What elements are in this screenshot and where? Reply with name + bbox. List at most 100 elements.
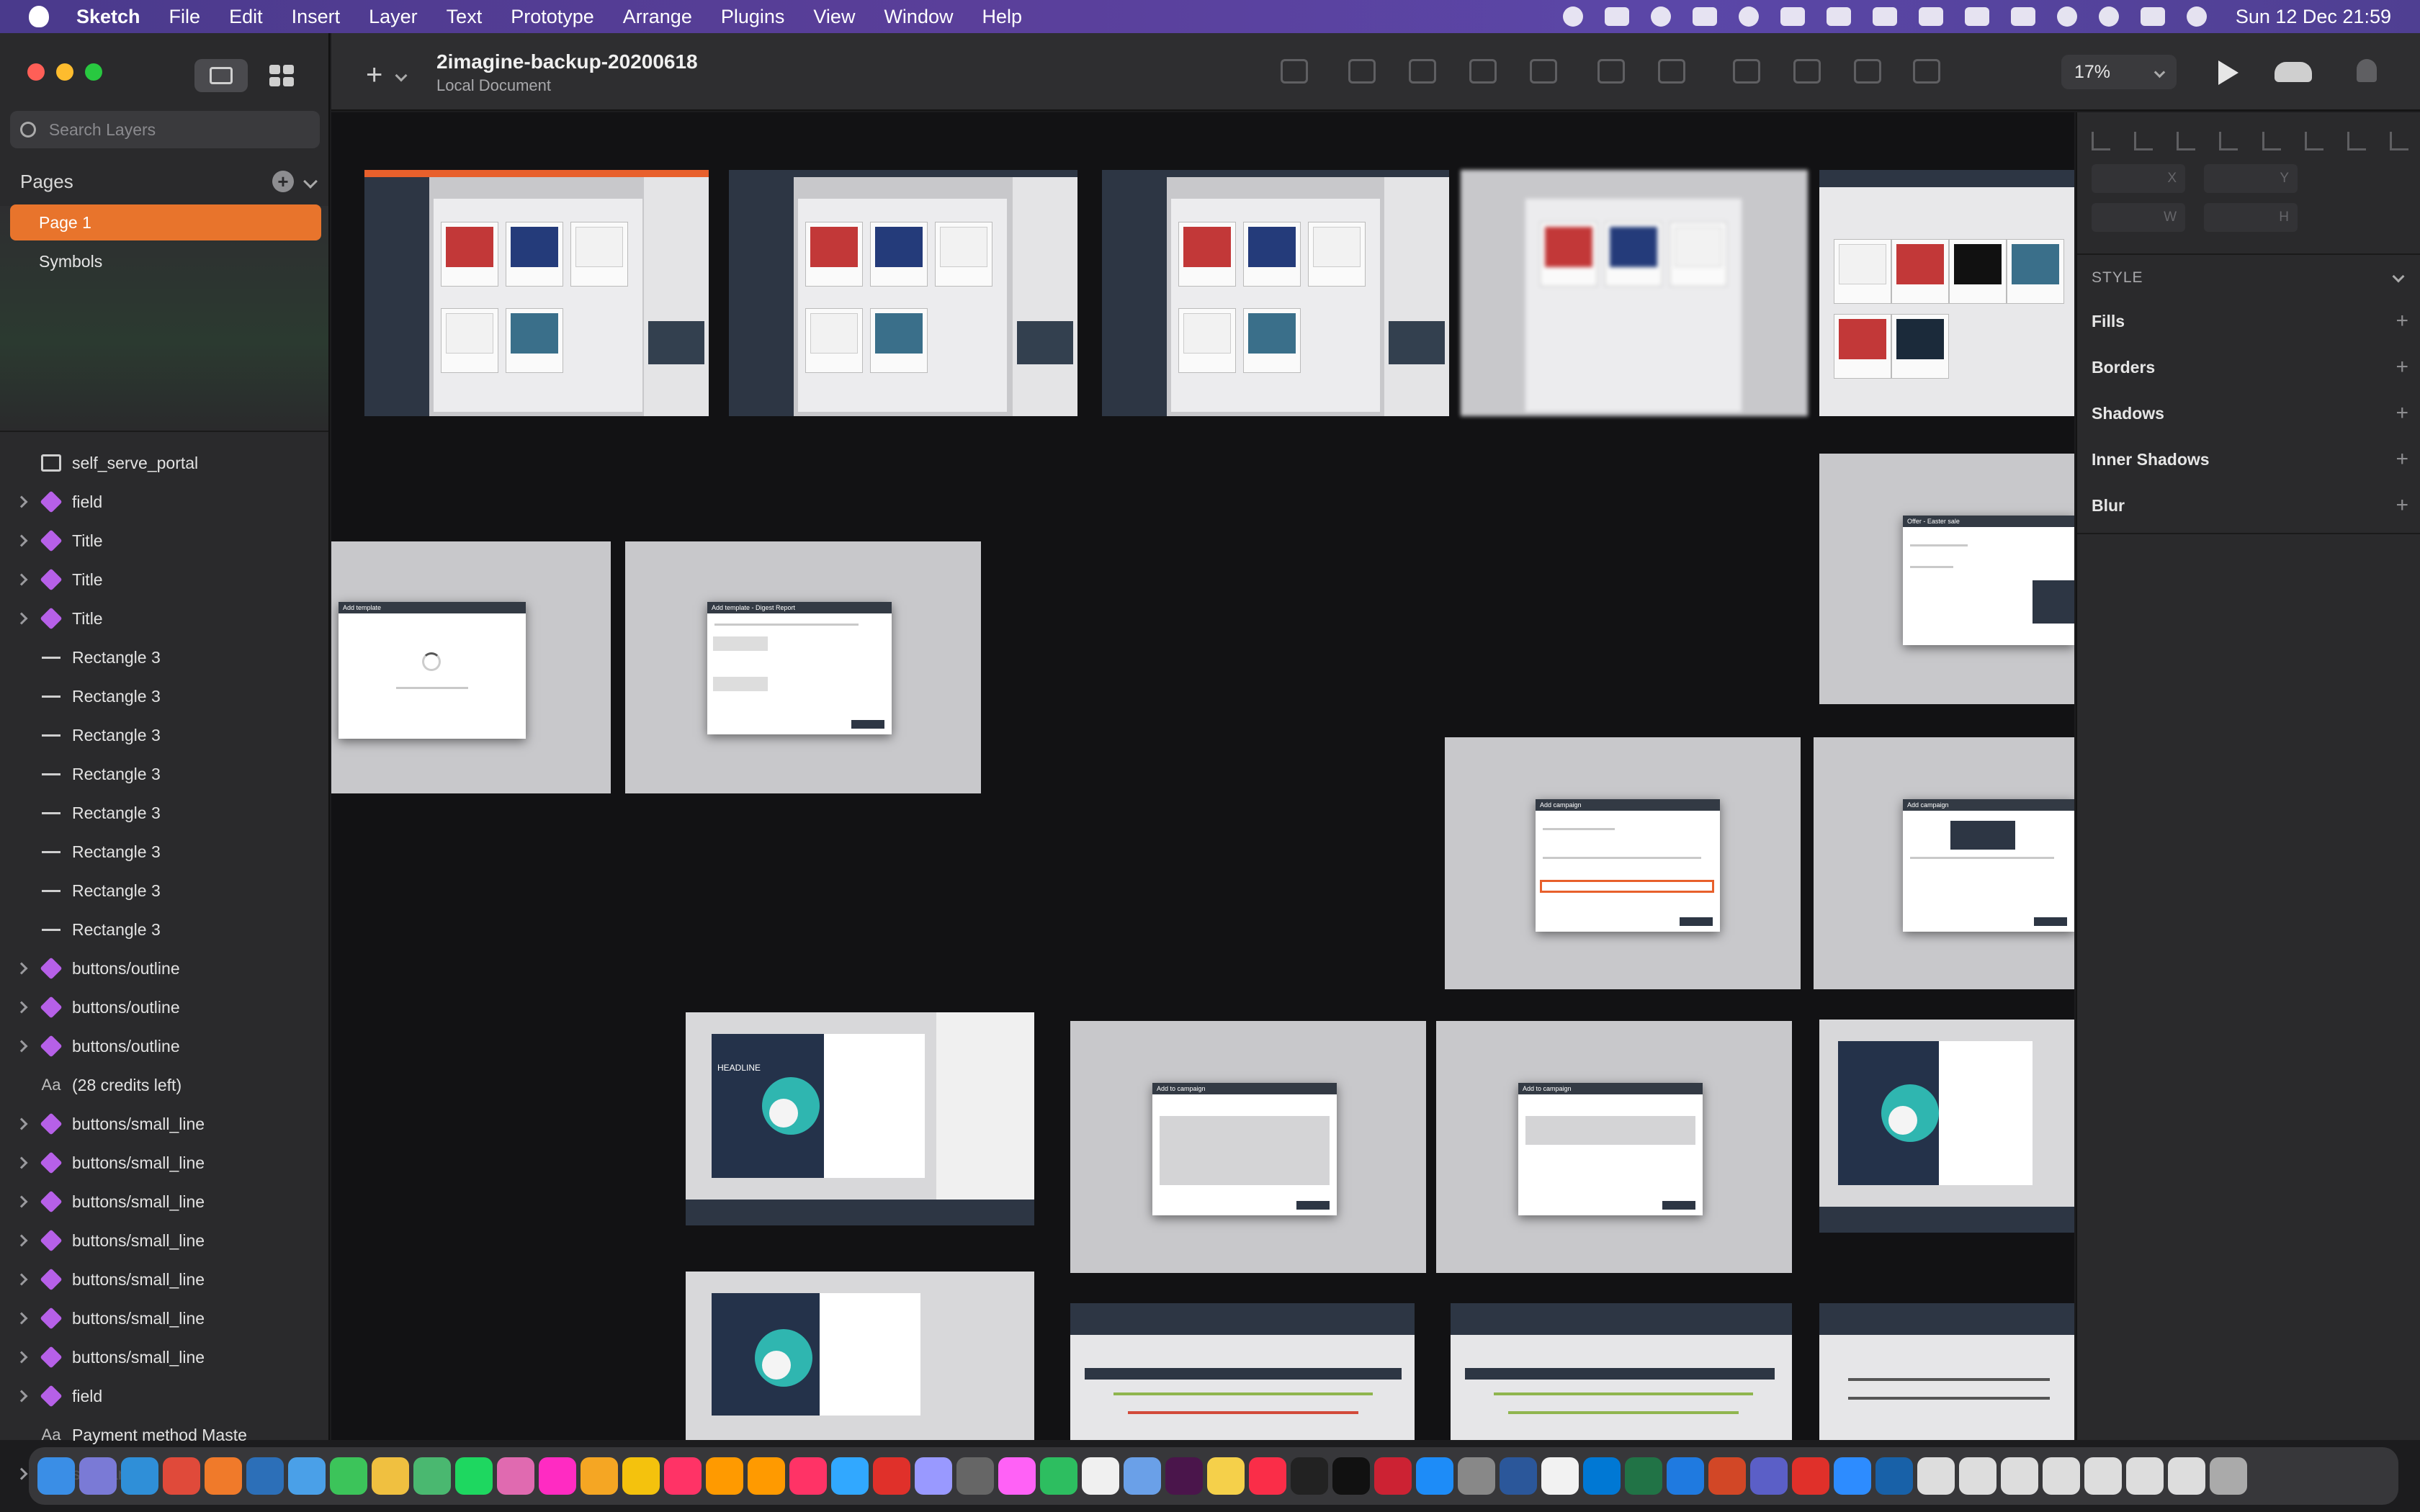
- apple-icon[interactable]: [29, 6, 49, 27]
- intersect-icon[interactable]: [1854, 59, 1881, 84]
- activity-icon[interactable]: [1291, 1457, 1328, 1495]
- add-campaign-modal[interactable]: Add campaign: [1536, 799, 1720, 932]
- zoom-select[interactable]: 17%: [2061, 55, 2177, 89]
- artboard[interactable]: [1102, 170, 1449, 416]
- add-to-campaign-modal[interactable]: Add to campaign: [1518, 1083, 1703, 1215]
- launchpad-icon[interactable]: [79, 1457, 117, 1495]
- menu-help[interactable]: Help: [982, 6, 1022, 28]
- notes-icon[interactable]: [1207, 1457, 1245, 1495]
- bluetooth-icon[interactable]: [1826, 7, 1851, 26]
- menu-layer[interactable]: Layer: [369, 6, 418, 28]
- layer-row[interactable]: buttons/outline: [0, 1027, 328, 1066]
- grid-view-button[interactable]: [255, 59, 308, 92]
- create-symbol-icon[interactable]: [1281, 59, 1308, 84]
- disclosure-chevron-icon[interactable]: [15, 1040, 28, 1053]
- layer-row[interactable]: Rectangle 3: [0, 910, 328, 949]
- trash-icon[interactable]: [2210, 1457, 2247, 1495]
- artboard[interactable]: Add campaign: [1445, 737, 1801, 989]
- offer-modal[interactable]: Offer - Easter sale: [1903, 516, 2074, 645]
- menu-view[interactable]: View: [813, 6, 855, 28]
- messages-icon[interactable]: [330, 1457, 367, 1495]
- window-icon[interactable]: [2168, 1457, 2205, 1495]
- menu-prototype[interactable]: Prototype: [511, 6, 594, 28]
- disclosure-chevron-icon[interactable]: [15, 534, 28, 547]
- reminders-icon[interactable]: [1082, 1457, 1119, 1495]
- pages-divider[interactable]: [0, 431, 328, 432]
- window-icon[interactable]: [2001, 1457, 2038, 1495]
- add-fill-icon[interactable]: +: [2396, 309, 2408, 333]
- premiere-icon[interactable]: [915, 1457, 952, 1495]
- battery-icon[interactable]: [1964, 7, 1989, 26]
- disclosure-chevron-icon[interactable]: [15, 495, 28, 508]
- siri-icon[interactable]: [2186, 6, 2207, 27]
- minimize-window-button[interactable]: [56, 63, 73, 81]
- time-machine-icon[interactable]: [2056, 6, 2077, 27]
- indesign-icon[interactable]: [789, 1457, 827, 1495]
- page-item-symbols[interactable]: Symbols: [10, 243, 321, 279]
- layer-row[interactable]: field: [0, 482, 328, 521]
- powerpoint-icon[interactable]: [1708, 1457, 1746, 1495]
- resize-icon[interactable]: [1658, 59, 1685, 84]
- add-inner-shadow-icon[interactable]: +: [2396, 447, 2408, 472]
- layer-row[interactable]: Rectangle 3: [0, 638, 328, 677]
- inner-shadows-row[interactable]: Inner Shadows +: [2092, 445, 2408, 474]
- add-campaign-modal[interactable]: Add campaign: [1903, 799, 2074, 932]
- add-blur-icon[interactable]: +: [2396, 493, 2408, 518]
- layer-row[interactable]: field: [0, 1377, 328, 1416]
- layer-row[interactable]: Rectangle 3: [0, 871, 328, 910]
- sketch-icon[interactable]: [581, 1457, 618, 1495]
- mask-icon[interactable]: [1597, 59, 1625, 84]
- layer-row[interactable]: buttons/small_line: [0, 1104, 328, 1143]
- camera-icon[interactable]: [1604, 7, 1629, 26]
- menu-insert[interactable]: Insert: [292, 6, 341, 28]
- arc-icon[interactable]: [1650, 6, 1671, 27]
- artboard[interactable]: Add to campaign: [1070, 1021, 1426, 1273]
- tv-icon[interactable]: [1332, 1457, 1370, 1495]
- settings-icon[interactable]: [1458, 1457, 1495, 1495]
- artboard[interactable]: Offer - Easter sale: [1819, 454, 2074, 704]
- layer-row[interactable]: Title: [0, 599, 328, 638]
- weather-icon[interactable]: [1872, 7, 1897, 26]
- slack-icon[interactable]: [1165, 1457, 1203, 1495]
- align-middle-icon[interactable]: [2262, 132, 2281, 150]
- artboard[interactable]: Add to campaign: [1436, 1021, 1792, 1273]
- maps-icon[interactable]: [413, 1457, 451, 1495]
- layer-row[interactable]: buttons/small_line: [0, 1299, 328, 1338]
- scale-icon[interactable]: [1469, 59, 1497, 84]
- align-bottom-icon[interactable]: [2347, 132, 2366, 150]
- layer-row[interactable]: buttons/small_line: [0, 1182, 328, 1221]
- page-item-page-1[interactable]: Page 1: [10, 204, 321, 240]
- x-field[interactable]: X: [2092, 164, 2185, 193]
- creative-cloud-icon[interactable]: [1562, 6, 1583, 27]
- bell-icon[interactable]: [2357, 59, 2377, 82]
- disclosure-chevron-icon[interactable]: [15, 1312, 28, 1325]
- zoom-window-button[interactable]: [85, 63, 102, 81]
- document-title[interactable]: 2imagine-backup-20200618: [436, 50, 698, 73]
- chrome-icon[interactable]: [163, 1457, 200, 1495]
- finder-icon[interactable]: [37, 1457, 75, 1495]
- align-icon[interactable]: [1348, 59, 1376, 84]
- menu-plugins[interactable]: Plugins: [721, 6, 785, 28]
- word-icon[interactable]: [1500, 1457, 1537, 1495]
- artboard[interactable]: [729, 170, 1077, 416]
- flatten-icon[interactable]: [1530, 59, 1557, 84]
- style-chevron-icon[interactable]: [2392, 270, 2405, 283]
- fills-row[interactable]: Fills +: [2092, 307, 2408, 336]
- window-icon[interactable]: [1959, 1457, 1996, 1495]
- align-center-icon[interactable]: [2134, 132, 2154, 150]
- layer-row[interactable]: buttons/small_line: [0, 1338, 328, 1377]
- add-shadow-icon[interactable]: +: [2396, 401, 2408, 426]
- outlook-icon[interactable]: [1583, 1457, 1621, 1495]
- artboard[interactable]: [1819, 170, 2074, 416]
- photoshop-icon[interactable]: [831, 1457, 869, 1495]
- layer-row[interactable]: self_serve_portal: [0, 444, 328, 482]
- layer-row[interactable]: buttons/outline: [0, 949, 328, 988]
- menu-arrange[interactable]: Arrange: [623, 6, 692, 28]
- menu-file[interactable]: File: [169, 6, 201, 28]
- spotify-icon[interactable]: [455, 1457, 493, 1495]
- illustrator-icon[interactable]: [748, 1457, 785, 1495]
- shadows-row[interactable]: Shadows +: [2092, 399, 2408, 428]
- layer-row[interactable]: Title: [0, 521, 328, 560]
- layer-row[interactable]: Aa (28 credits left): [0, 1066, 328, 1104]
- calendar-icon[interactable]: [1541, 1457, 1579, 1495]
